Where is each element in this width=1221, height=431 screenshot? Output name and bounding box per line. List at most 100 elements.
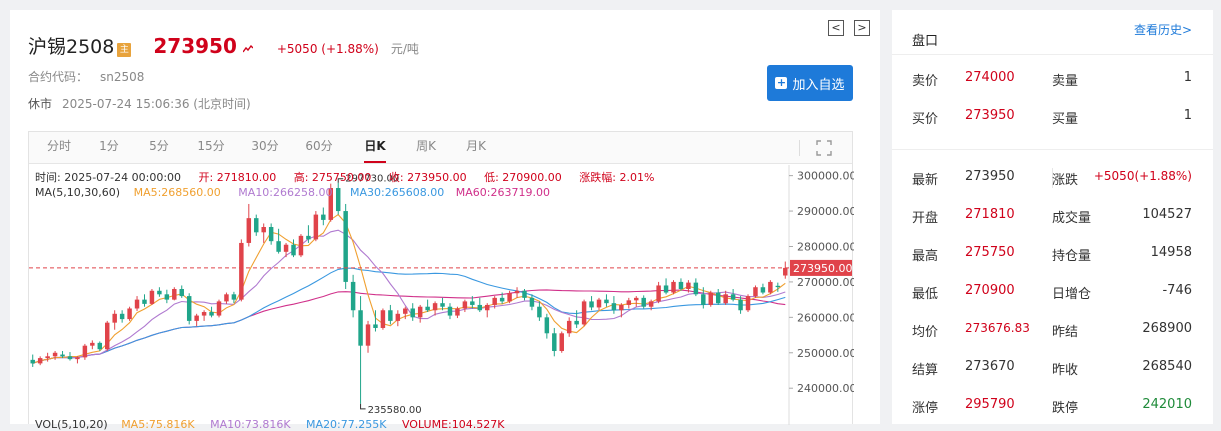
candle-body [410, 308, 415, 318]
info-low: 低: 270900.00 [484, 171, 562, 184]
stat-label: 昨收 [1052, 363, 1079, 378]
candle-body [604, 299, 609, 304]
tab-monthly-k[interactable]: 月K [462, 132, 490, 163]
ma5-value: MA5:268560.00 [133, 186, 221, 199]
candle-body [529, 297, 535, 307]
market-status: 休市 [28, 97, 53, 111]
low-marker-label: 235580.00 [368, 405, 422, 416]
trend-up-icon [242, 44, 254, 56]
candle-body [82, 345, 88, 358]
low-marker-arrow [360, 403, 366, 410]
info-high: 高: 275750.00 [293, 171, 372, 184]
candle-body [186, 296, 192, 321]
candle-body [671, 281, 676, 293]
candle-body [514, 290, 520, 294]
candle-body [708, 292, 713, 305]
info-close: 收: 273950.00 [388, 171, 467, 184]
ask-volume-label: 卖量 [1052, 74, 1079, 89]
contract-code: sn2508 [100, 70, 145, 84]
view-history-link[interactable]: 查看历史> [1134, 21, 1192, 38]
add-watchlist-button[interactable]: + 加入自选 [767, 65, 853, 101]
candle-body [738, 299, 743, 311]
ask-row: 卖价 274000 卖量 1 [892, 70, 1213, 90]
vol-ma5: MA5:75.816K [121, 418, 195, 431]
candle-body [67, 356, 73, 360]
candle-body [388, 310, 393, 321]
volume-info-line: VOL(5,10,20) MA5:75.816K MA10:73.816K MA… [35, 418, 504, 431]
candle-body [596, 299, 602, 308]
next-contract-button[interactable]: > [854, 20, 870, 36]
y-tick-label: 300000.00 [797, 170, 854, 183]
stat-label: 日增仓 [1052, 287, 1092, 302]
fullscreen-icon[interactable] [816, 140, 832, 156]
ma-info-line: MA(5,10,30,60) MA5:268560.00 MA10:266258… [35, 186, 550, 199]
panel-divider-mid [892, 149, 1213, 150]
stat-row: 均价 273676.83 昨结 268900 [892, 321, 1213, 341]
candle-body [462, 301, 468, 309]
candle-body [291, 244, 296, 256]
candle-body [768, 281, 773, 293]
stat-value: -746 [1162, 283, 1192, 298]
tab-weekly-k[interactable]: 周K [412, 132, 440, 163]
info-open: 开: 271810.00 [198, 171, 277, 184]
candle-body [440, 303, 445, 307]
candle-body [648, 301, 654, 307]
vol-label: VOL(5,10,20) [35, 418, 108, 431]
bid-price-label: 买价 [912, 112, 939, 127]
candle-body [246, 218, 252, 243]
tab-timeshare[interactable]: 分时 [39, 132, 79, 163]
symbol-name: 沪锡2508 [28, 36, 115, 58]
candle-body [209, 312, 214, 316]
stat-value: 268900 [1142, 321, 1192, 336]
candle-body [753, 287, 758, 297]
candle-body [119, 313, 125, 320]
tab-1min[interactable]: 1分 [92, 132, 126, 163]
candle-body [395, 313, 401, 321]
candle-body [760, 287, 766, 293]
candle-body [201, 312, 207, 316]
candle-body [350, 281, 356, 311]
candle-body [544, 317, 550, 334]
candlestick-plot[interactable]: 300000.00 290000.00 280000.00 270000.00 2600… [29, 165, 854, 425]
price-change: +5050 (+1.88%) [276, 42, 379, 56]
quote-timestamp: 2025-07-24 15:06:36 (北京时间) [62, 97, 251, 111]
tab-60min[interactable]: 60分 [301, 132, 337, 163]
candle-body [105, 322, 110, 350]
tab-15min[interactable]: 15分 [193, 132, 229, 163]
candle-body [775, 285, 781, 288]
y-tick-label: 280000.00 [797, 240, 854, 253]
stat-value: 242010 [1142, 397, 1192, 412]
candle-body [75, 357, 80, 360]
market-status-line: 休市 2025-07-24 15:06:36 (北京时间) [28, 95, 251, 112]
candle-body [574, 320, 579, 325]
stat-row: 最高 275750 持仓量 14958 [892, 245, 1213, 265]
order-book-panel: 盘口 查看历史> 卖价 274000 卖量 1 买价 273950 买量 1 最… [892, 10, 1213, 424]
candle-body [537, 306, 542, 318]
tab-5min[interactable]: 5分 [142, 132, 176, 163]
candle-body [224, 294, 229, 302]
candle-body [313, 214, 319, 240]
candle-body [239, 242, 244, 300]
stat-value: +5050(+1.88%) [1093, 169, 1192, 183]
stat-value: 268540 [1142, 359, 1192, 374]
main-contract-badge: 主 [117, 43, 132, 57]
candle-body [164, 294, 170, 300]
candle-body [60, 354, 65, 357]
stat-label: 跌停 [1052, 401, 1079, 416]
stat-row: 开盘 271810 成交量 104527 [892, 207, 1213, 227]
stat-label: 开盘 [912, 211, 939, 226]
ma60-value: MA60:263719.00 [455, 186, 550, 199]
tab-30min[interactable]: 30分 [247, 132, 283, 163]
tab-daily-k[interactable]: 日K [364, 132, 386, 163]
candle-body [730, 294, 736, 300]
candle-body [373, 324, 378, 328]
candle-body [216, 301, 222, 316]
candle-body [447, 306, 453, 316]
candle-body [321, 214, 326, 220]
candle-body [455, 308, 460, 316]
candle-body [254, 218, 259, 233]
candle-body [298, 235, 304, 256]
last-price: 273950 [153, 34, 237, 58]
prev-contract-button[interactable]: < [828, 20, 844, 36]
candle-body [559, 333, 564, 351]
